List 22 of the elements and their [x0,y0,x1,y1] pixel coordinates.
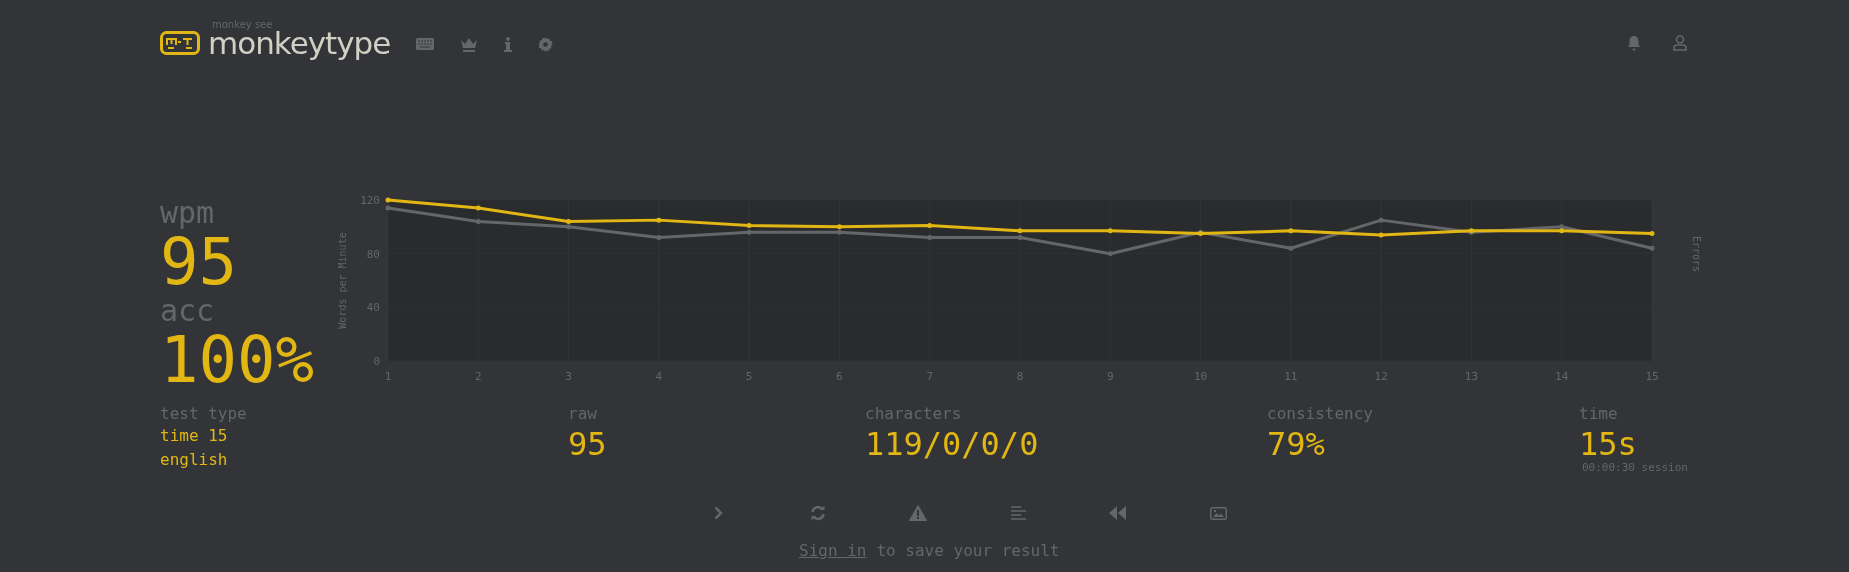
user-icon[interactable] [1673,35,1687,51]
rewind-icon [1109,506,1127,520]
stat-value: 95 [568,428,608,460]
stat-value: 79% [1267,428,1326,460]
wpm-value: 95 [160,230,239,294]
refresh-icon [810,505,826,521]
notification-icon[interactable] [1627,35,1641,51]
stat-value: 119/0/0/0 [865,428,1040,460]
crown-icon[interactable] [460,36,479,52]
logo-text[interactable]: monkeytype [208,27,391,63]
warning-icon [909,505,927,521]
keyboard-icon[interactable] [416,38,435,50]
stat-value: 15s [1579,428,1638,460]
info-icon[interactable] [504,36,513,52]
lines-icon [1010,506,1026,520]
logo-icon[interactable] [160,31,200,55]
next-icon [713,506,723,520]
accuracy-value: 100% [160,328,316,392]
stat-value: english [160,450,229,470]
image-icon [1209,506,1227,520]
settings-icon[interactable] [538,36,554,52]
stat-value: time 15 [160,426,229,446]
